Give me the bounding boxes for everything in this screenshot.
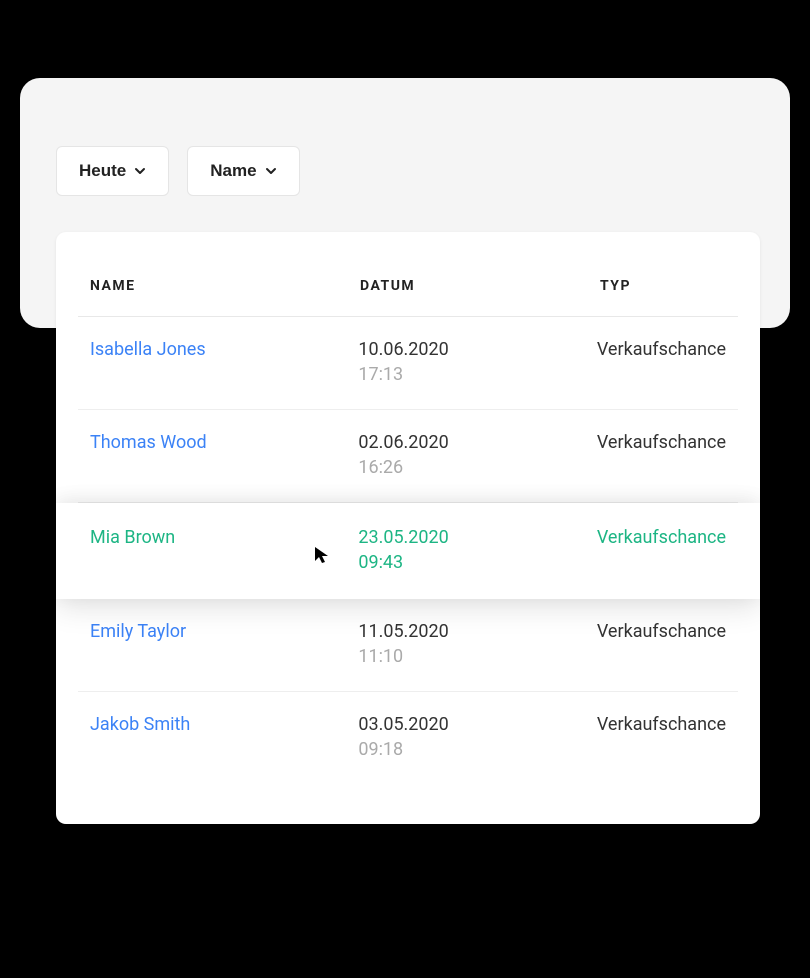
date-value: 23.05.2020 — [358, 527, 597, 548]
filter-sort-button[interactable]: Name — [187, 146, 299, 196]
time-value: 17:13 — [358, 364, 597, 385]
column-header-type[interactable]: TYP — [600, 278, 726, 294]
table-row[interactable]: Mia Brown23.05.202009:43Verkaufschance — [56, 503, 760, 599]
cell-type: Verkaufschance — [597, 432, 726, 453]
data-table: NAME DATUM TYP Isabella Jones10.06.20201… — [56, 232, 760, 824]
cell-name[interactable]: Isabella Jones — [90, 339, 358, 360]
filter-bar: Heute Name — [20, 78, 790, 196]
date-value: 10.06.2020 — [358, 339, 597, 360]
table-row[interactable]: Emily Taylor11.05.2020 11:10Verkaufschanc… — [78, 599, 738, 692]
table-body: Isabella Jones10.06.202017:13Verkaufscha… — [78, 317, 738, 784]
time-value: 16:26 — [358, 457, 597, 478]
cell-type: Verkaufschance — [597, 339, 726, 360]
date-value: 02.06.2020 — [358, 432, 597, 453]
cell-name[interactable]: Emily Taylor — [90, 621, 358, 642]
cell-type: Verkaufschance — [597, 621, 726, 642]
column-header-name[interactable]: NAME — [90, 278, 360, 294]
filter-date-button[interactable]: Heute — [56, 146, 169, 196]
cell-date: 11.05.2020 11:10 — [358, 621, 597, 667]
table-row[interactable]: Isabella Jones10.06.2020 17:13Verkaufscha… — [78, 317, 738, 410]
time-value: 09:43 — [358, 552, 597, 573]
cell-date: 02.06.2020 16:26 — [358, 432, 597, 478]
cell-name[interactable]: Jakob Smith — [90, 714, 358, 735]
cell-date: 10.06.2020 17:13 — [358, 339, 597, 385]
table-header-row: NAME DATUM TYP — [78, 232, 738, 317]
date-value: 11.05.2020 — [358, 621, 597, 642]
filter-date-label: Heute — [79, 161, 126, 181]
filter-panel: Heute Name NAME DATUM TYP Isabella Jones… — [20, 78, 790, 328]
cell-type: Verkaufschance — [597, 714, 726, 735]
date-value: 03.05.2020 — [358, 714, 597, 735]
filter-sort-label: Name — [210, 161, 256, 181]
time-value: 09:18 — [358, 739, 597, 760]
cell-date: 23.05.2020 09:43 — [358, 527, 597, 573]
cell-date: 03.05.2020 09:18 — [358, 714, 597, 760]
table-row[interactable]: Jakob Smith03.05.2020 09:18Verkaufschance — [78, 692, 738, 784]
chevron-down-icon — [265, 165, 277, 177]
cursor-icon — [312, 545, 332, 565]
chevron-down-icon — [134, 165, 146, 177]
column-header-date[interactable]: DATUM — [360, 278, 600, 294]
time-value: 11:10 — [358, 646, 597, 667]
cell-name[interactable]: Thomas Wood — [90, 432, 358, 453]
cell-type: Verkaufschance — [597, 527, 726, 548]
table-row[interactable]: Thomas Wood02.06.2020 16:26Verkaufschance — [78, 410, 738, 503]
